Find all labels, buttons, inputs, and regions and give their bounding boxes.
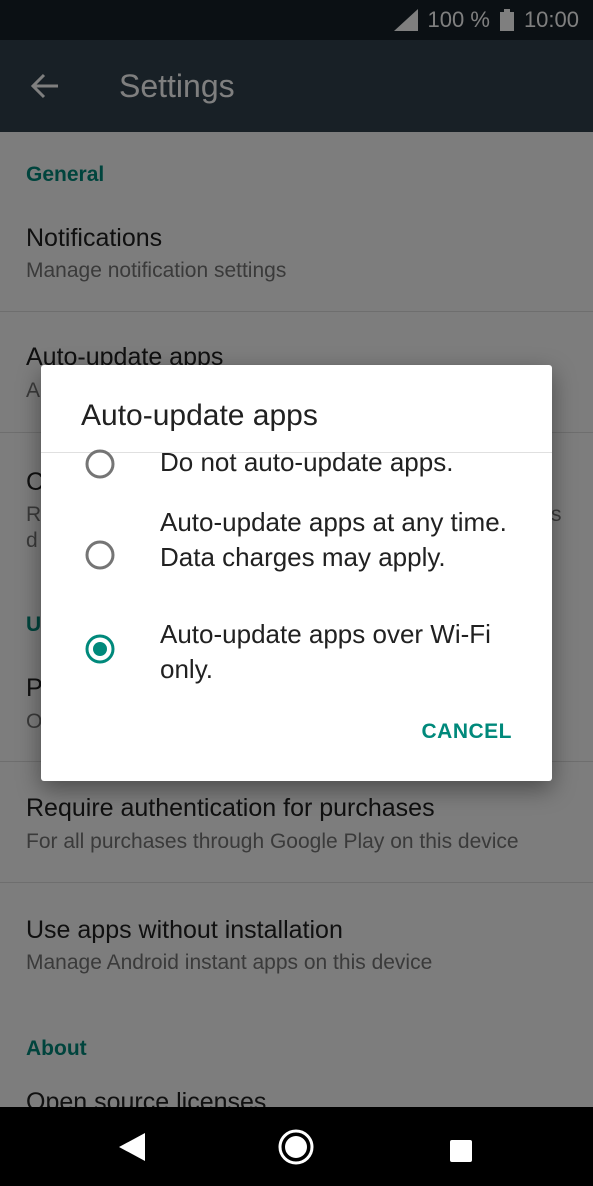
option-label: Auto-update apps over Wi-Fi only. <box>160 619 491 684</box>
cancel-button[interactable]: CANCEL <box>422 720 513 744</box>
navigation-bar <box>0 1107 593 1186</box>
option-label: Auto-update apps at any time. Data charg… <box>160 507 507 572</box>
dialog-title: Auto-update apps <box>81 399 318 432</box>
option-any-time[interactable]: Auto-update apps at any time. Data charg… <box>41 505 552 610</box>
nav-back-icon[interactable] <box>117 1131 147 1163</box>
radio-unchecked-icon[interactable] <box>85 449 115 479</box>
nav-recents-icon[interactable] <box>450 1140 472 1162</box>
nav-home-icon[interactable] <box>278 1129 314 1165</box>
option-do-not-update[interactable]: Do not auto-update apps. <box>41 445 552 485</box>
radio-checked-icon[interactable] <box>85 634 115 664</box>
option-label: Do not auto-update apps. <box>160 447 454 477</box>
auto-update-dialog: Auto-update apps Do not auto-update apps… <box>41 365 552 781</box>
option-wifi-only[interactable]: Auto-update apps over Wi-Fi only. <box>41 617 552 687</box>
radio-unchecked-icon[interactable] <box>85 540 115 570</box>
